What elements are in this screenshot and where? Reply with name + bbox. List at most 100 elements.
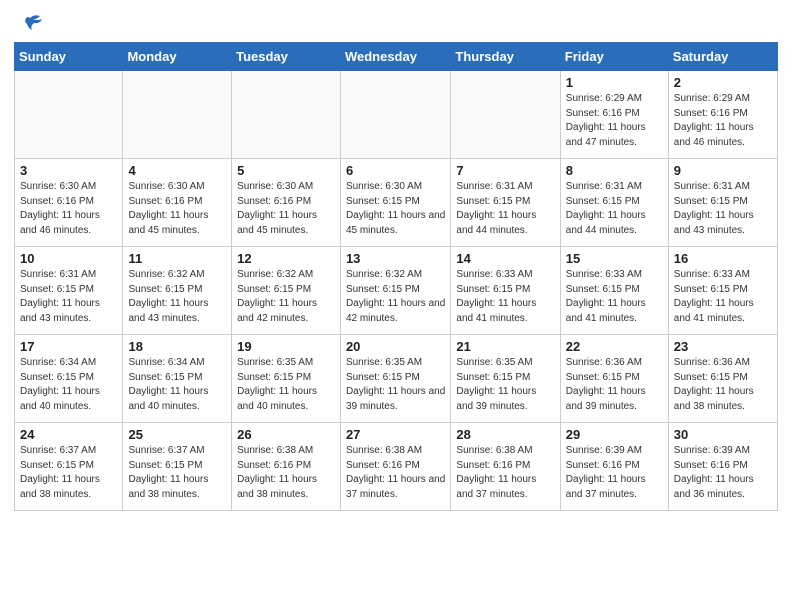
day-cell: 27 Sunrise: 6:38 AMSunset: 6:16 PMDayligh… [340, 423, 450, 511]
day-number: 23 [674, 339, 772, 354]
day-cell: 30Sunrise: 6:39 AMSunset: 6:16 PMDayligh… [668, 423, 777, 511]
day-number: 11 [128, 251, 226, 266]
calendar-table: SundayMondayTuesdayWednesdayThursdayFrid… [14, 42, 778, 511]
day-info: Sunrise: 6:35 AMSunset: 6:15 PMDaylight:… [456, 356, 554, 414]
calendar-container: SundayMondayTuesdayWednesdayThursdayFrid… [0, 42, 792, 525]
day-number: 1 [566, 75, 663, 90]
day-info: Sunrise: 6:38 AMSunset: 6:16 PMDaylight:… [346, 444, 445, 502]
col-header-friday: Friday [560, 43, 668, 71]
day-number: 5 [237, 163, 335, 178]
day-cell: 25Sunrise: 6:37 AMSunset: 6:15 PMDayligh… [123, 423, 232, 511]
day-number: 21 [456, 339, 554, 354]
day-number: 15 [566, 251, 663, 266]
day-cell: 22 Sunrise: 6:36 AMSunset: 6:15 PMDayligh… [560, 335, 668, 423]
day-cell: 29 Sunrise: 6:39 AMSunset: 6:16 PMDayligh… [560, 423, 668, 511]
day-number: 18 [128, 339, 226, 354]
day-cell: 3 Sunrise: 6:30 AMSunset: 6:16 PMDaylight… [15, 159, 123, 247]
day-info: Sunrise: 6:39 AMSunset: 6:16 PMDaylight:… [566, 444, 663, 502]
day-info: Sunrise: 6:33 AMSunset: 6:15 PMDaylight:… [456, 268, 554, 326]
day-info: Sunrise: 6:37 AMSunset: 6:15 PMDaylight:… [128, 444, 226, 502]
day-info: Sunrise: 6:30 AMSunset: 6:16 PMDaylight:… [237, 180, 335, 238]
col-header-monday: Monday [123, 43, 232, 71]
day-number: 2 [674, 75, 772, 90]
calendar-header-row: SundayMondayTuesdayWednesdayThursdayFrid… [15, 43, 778, 71]
col-header-sunday: Sunday [15, 43, 123, 71]
day-info: Sunrise: 6:30 AMSunset: 6:16 PMDaylight:… [20, 180, 117, 238]
day-cell: 20 Sunrise: 6:35 AMSunset: 6:15 PMDayligh… [340, 335, 450, 423]
page-header [0, 0, 792, 42]
day-cell [15, 71, 123, 159]
day-cell: 10Sunrise: 6:31 AMSunset: 6:15 PMDayligh… [15, 247, 123, 335]
day-cell: 1 Sunrise: 6:29 AMSunset: 6:16 PMDaylight… [560, 71, 668, 159]
day-cell: 24 Sunrise: 6:37 AMSunset: 6:15 PMDayligh… [15, 423, 123, 511]
day-number: 16 [674, 251, 772, 266]
day-cell: 9 Sunrise: 6:31 AMSunset: 6:15 PMDaylight… [668, 159, 777, 247]
day-info: Sunrise: 6:31 AMSunset: 6:15 PMDaylight:… [566, 180, 663, 238]
day-cell: 6 Sunrise: 6:30 AMSunset: 6:15 PMDaylight… [340, 159, 450, 247]
day-cell: 19 Sunrise: 6:35 AMSunset: 6:15 PMDayligh… [232, 335, 341, 423]
day-number: 9 [674, 163, 772, 178]
day-info: Sunrise: 6:31 AMSunset: 6:15 PMDaylight:… [674, 180, 772, 238]
day-cell: 4 Sunrise: 6:30 AMSunset: 6:16 PMDaylight… [123, 159, 232, 247]
week-row-3: 10Sunrise: 6:31 AMSunset: 6:15 PMDayligh… [15, 247, 778, 335]
day-cell: 2 Sunrise: 6:29 AMSunset: 6:16 PMDaylight… [668, 71, 777, 159]
day-number: 7 [456, 163, 554, 178]
logo-bird-icon [22, 14, 44, 34]
day-info: Sunrise: 6:31 AMSunset: 6:15 PMDaylight:… [456, 180, 554, 238]
day-number: 19 [237, 339, 335, 354]
day-cell [451, 71, 560, 159]
day-cell: 18 Sunrise: 6:34 AMSunset: 6:15 PMDayligh… [123, 335, 232, 423]
day-cell [123, 71, 232, 159]
day-info: Sunrise: 6:36 AMSunset: 6:15 PMDaylight:… [566, 356, 663, 414]
day-info: Sunrise: 6:31 AMSunset: 6:15 PMDaylight:… [20, 268, 117, 326]
day-cell: 16 Sunrise: 6:33 AMSunset: 6:15 PMDayligh… [668, 247, 777, 335]
day-info: Sunrise: 6:35 AMSunset: 6:15 PMDaylight:… [237, 356, 335, 414]
day-cell: 28Sunrise: 6:38 AMSunset: 6:16 PMDayligh… [451, 423, 560, 511]
day-info: Sunrise: 6:35 AMSunset: 6:15 PMDaylight:… [346, 356, 445, 414]
day-number: 12 [237, 251, 335, 266]
day-number: 3 [20, 163, 117, 178]
day-info: Sunrise: 6:33 AMSunset: 6:15 PMDaylight:… [674, 268, 772, 326]
day-number: 6 [346, 163, 445, 178]
day-number: 30 [674, 427, 772, 442]
day-info: Sunrise: 6:33 AMSunset: 6:15 PMDaylight:… [566, 268, 663, 326]
week-row-1: 1 Sunrise: 6:29 AMSunset: 6:16 PMDaylight… [15, 71, 778, 159]
col-header-wednesday: Wednesday [340, 43, 450, 71]
day-number: 26 [237, 427, 335, 442]
day-number: 27 [346, 427, 445, 442]
day-number: 24 [20, 427, 117, 442]
day-info: Sunrise: 6:37 AMSunset: 6:15 PMDaylight:… [20, 444, 117, 502]
day-number: 20 [346, 339, 445, 354]
week-row-2: 3 Sunrise: 6:30 AMSunset: 6:16 PMDaylight… [15, 159, 778, 247]
day-info: Sunrise: 6:32 AMSunset: 6:15 PMDaylight:… [237, 268, 335, 326]
day-info: Sunrise: 6:38 AMSunset: 6:16 PMDaylight:… [237, 444, 335, 502]
day-number: 4 [128, 163, 226, 178]
day-cell: 12 Sunrise: 6:32 AMSunset: 6:15 PMDayligh… [232, 247, 341, 335]
day-info: Sunrise: 6:29 AMSunset: 6:16 PMDaylight:… [566, 92, 663, 150]
day-info: Sunrise: 6:32 AMSunset: 6:15 PMDaylight:… [128, 268, 226, 326]
day-number: 13 [346, 251, 445, 266]
day-number: 17 [20, 339, 117, 354]
day-info: Sunrise: 6:30 AMSunset: 6:15 PMDaylight:… [346, 180, 445, 238]
day-cell [340, 71, 450, 159]
logo [20, 16, 44, 34]
day-cell: 8 Sunrise: 6:31 AMSunset: 6:15 PMDaylight… [560, 159, 668, 247]
day-info: Sunrise: 6:29 AMSunset: 6:16 PMDaylight:… [674, 92, 772, 150]
day-info: Sunrise: 6:34 AMSunset: 6:15 PMDaylight:… [128, 356, 226, 414]
day-cell [232, 71, 341, 159]
col-header-thursday: Thursday [451, 43, 560, 71]
week-row-5: 24 Sunrise: 6:37 AMSunset: 6:15 PMDayligh… [15, 423, 778, 511]
day-cell: 11 Sunrise: 6:32 AMSunset: 6:15 PMDayligh… [123, 247, 232, 335]
day-number: 8 [566, 163, 663, 178]
day-number: 29 [566, 427, 663, 442]
col-header-saturday: Saturday [668, 43, 777, 71]
day-cell: 21 Sunrise: 6:35 AMSunset: 6:15 PMDayligh… [451, 335, 560, 423]
day-cell: 13 Sunrise: 6:32 AMSunset: 6:15 PMDayligh… [340, 247, 450, 335]
day-cell: 14Sunrise: 6:33 AMSunset: 6:15 PMDayligh… [451, 247, 560, 335]
day-info: Sunrise: 6:36 AMSunset: 6:15 PMDaylight:… [674, 356, 772, 414]
day-info: Sunrise: 6:32 AMSunset: 6:15 PMDaylight:… [346, 268, 445, 326]
day-cell: 15 Sunrise: 6:33 AMSunset: 6:15 PMDayligh… [560, 247, 668, 335]
day-info: Sunrise: 6:34 AMSunset: 6:15 PMDaylight:… [20, 356, 117, 414]
day-info: Sunrise: 6:30 AMSunset: 6:16 PMDaylight:… [128, 180, 226, 238]
day-number: 22 [566, 339, 663, 354]
